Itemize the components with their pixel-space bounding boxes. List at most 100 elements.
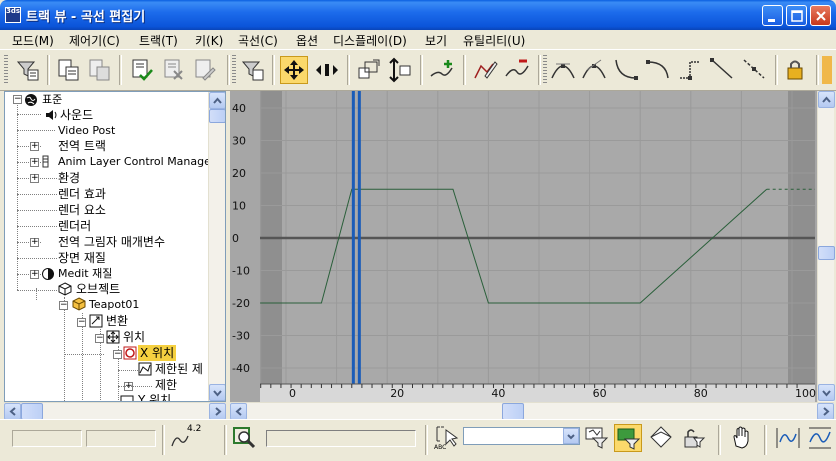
maximize-button[interactable] [786, 5, 807, 26]
scroll-thumb[interactable] [818, 246, 835, 260]
zoom-horizontal-extents-button[interactable] [774, 424, 802, 452]
menu-view[interactable]: 보기 [425, 32, 447, 49]
add-keys-button[interactable] [428, 56, 456, 84]
slide-keys-button[interactable] [313, 56, 341, 84]
scroll-left-button[interactable] [4, 403, 21, 420]
tree-item-anim-layer-manager[interactable]: Anim Layer Control Manager [58, 154, 215, 170]
edit-track-set-button[interactable]: ABC [434, 424, 460, 454]
scroll-right-button[interactable] [209, 403, 226, 420]
tangent-smooth-button[interactable] [740, 56, 768, 84]
close-button[interactable] [810, 5, 831, 26]
pan-hand-icon[interactable] [728, 424, 756, 452]
menu-keys[interactable]: 키(K) [195, 32, 223, 49]
tree-item-limit[interactable]: 제한 [155, 377, 177, 393]
scale-keys-button[interactable] [355, 56, 383, 84]
selection-name-field[interactable] [266, 430, 416, 447]
copy-track-button[interactable] [55, 56, 83, 84]
assign-controller-button[interactable] [128, 56, 156, 84]
tree-item-environment[interactable]: 환경 [58, 170, 80, 186]
zoom-value-extents-button[interactable] [806, 424, 834, 452]
tree-expander[interactable]: − [13, 95, 22, 104]
tree-item-medit-materials[interactable]: Medit 재질 [58, 266, 112, 282]
tree-expander[interactable]: + [30, 142, 39, 151]
tree-item-renderer[interactable]: 렌더러 [58, 218, 91, 234]
tree-vertical-scrollbar[interactable] [208, 92, 225, 401]
scroll-thumb[interactable] [21, 403, 43, 420]
tree-item-standard[interactable]: 표준 [42, 92, 62, 108]
graph-horizontal-scrollbar[interactable] [230, 402, 834, 420]
menu-curves[interactable]: 곡선(C) [238, 32, 278, 49]
status-field-value[interactable] [86, 430, 156, 447]
tree-horizontal-scrollbar[interactable] [4, 402, 226, 420]
tangent-linear-button[interactable] [708, 56, 736, 84]
scroll-up-button[interactable] [818, 91, 835, 108]
menu-mode[interactable]: 모드(M) [12, 32, 54, 49]
make-unique-button[interactable] [191, 56, 219, 84]
tree-item-objects[interactable]: 오브젝트 [76, 281, 120, 297]
tangent-fast-button[interactable] [612, 56, 640, 84]
tree-expander[interactable]: + [30, 174, 39, 183]
draw-curves-button[interactable] [471, 56, 499, 84]
tree-expander[interactable]: − [77, 318, 86, 327]
toolbar-grip[interactable] [232, 55, 236, 85]
menu-controller[interactable]: 제어기(C) [69, 32, 120, 49]
minimize-button[interactable] [762, 5, 783, 26]
zoom-selected-button[interactable] [231, 423, 259, 451]
toolbar-grip[interactable] [4, 55, 8, 85]
scroll-thumb[interactable] [502, 403, 524, 420]
filter-unlocked-attributes-button[interactable] [680, 424, 708, 452]
status-field-frame[interactable] [12, 430, 82, 447]
lock-selection-button[interactable] [782, 56, 810, 84]
tree-item-sound[interactable]: 사운드 [60, 107, 93, 123]
tree-expander[interactable]: − [95, 334, 104, 343]
scroll-left-button[interactable] [230, 403, 247, 420]
move-keys-button[interactable] [280, 56, 308, 84]
tree-expander[interactable]: + [30, 270, 39, 279]
toolbar-grip[interactable] [543, 55, 547, 85]
reduce-keys-button[interactable] [503, 56, 531, 84]
tree-item-global-shadow-params[interactable]: 전역 그림자 매개변수 [58, 234, 165, 250]
scroll-right-button[interactable] [817, 403, 834, 420]
tree-item-transform[interactable]: 변환 [106, 313, 128, 329]
filter-selected-curves-button[interactable] [614, 424, 642, 452]
curve-editor-graph[interactable]: 40 30 20 10 0 -10 -20 -30 -40 0 20 40 60 80 100 [230, 91, 817, 402]
scroll-down-button[interactable] [209, 384, 225, 401]
tree-item-global-tracks[interactable]: 전역 트랙 [58, 138, 106, 154]
filter-animated-tracks-button[interactable] [647, 424, 675, 452]
curve-chart[interactable]: 403020100-10-20-30-400 20 40 60 80 100 [230, 91, 817, 402]
tree-item-video-post[interactable]: Video Post [58, 123, 115, 139]
scroll-up-button[interactable] [209, 92, 225, 109]
toolbar-overflow-button[interactable] [822, 56, 832, 84]
tree-expander[interactable]: − [59, 301, 68, 310]
paste-track-button[interactable] [86, 56, 114, 84]
menu-utilities[interactable]: 유틸리티(U) [463, 32, 525, 49]
menu-display[interactable]: 디스플레이(D) [333, 32, 407, 49]
delete-controller-button[interactable] [160, 56, 188, 84]
menu-options[interactable]: 옵션 [296, 32, 318, 49]
menu-track[interactable]: 트랙(T) [139, 32, 178, 49]
tree-item-teapot01[interactable]: Teapot01 [89, 297, 139, 313]
scroll-thumb[interactable] [209, 109, 225, 123]
tangent-step-button[interactable] [676, 56, 704, 84]
tree-expander[interactable]: + [30, 238, 39, 247]
tree-item-y-position[interactable]: Y 위치 [138, 392, 171, 401]
tangent-custom-button[interactable] [580, 56, 608, 84]
scroll-down-button[interactable] [818, 384, 835, 401]
tree-item-scene-materials[interactable]: 장면 재질 [58, 250, 106, 266]
tangent-auto-button[interactable] [549, 56, 577, 84]
tree-item-position[interactable]: 위치 [123, 329, 145, 345]
filter-curves-button[interactable] [239, 56, 267, 84]
tree-expander[interactable]: − [113, 350, 122, 359]
tree-item-render-elements[interactable]: 렌더 요소 [58, 202, 106, 218]
chevron-down-icon[interactable] [563, 428, 579, 444]
tree-item-render-effects[interactable]: 렌더 효과 [58, 186, 106, 202]
tree-item-x-position[interactable]: X 위치 [138, 345, 177, 361]
tree-item-limited-controller[interactable]: 제한된 제 [155, 361, 203, 377]
filters-button[interactable] [14, 56, 42, 84]
graph-vertical-scrollbar[interactable] [817, 91, 835, 402]
track-set-dropdown[interactable] [463, 427, 580, 445]
tree-expander[interactable]: + [30, 158, 39, 167]
filter-selected-tracks-button[interactable] [583, 424, 611, 452]
scale-values-button[interactable] [386, 56, 414, 84]
tangent-slow-button[interactable] [644, 56, 672, 84]
